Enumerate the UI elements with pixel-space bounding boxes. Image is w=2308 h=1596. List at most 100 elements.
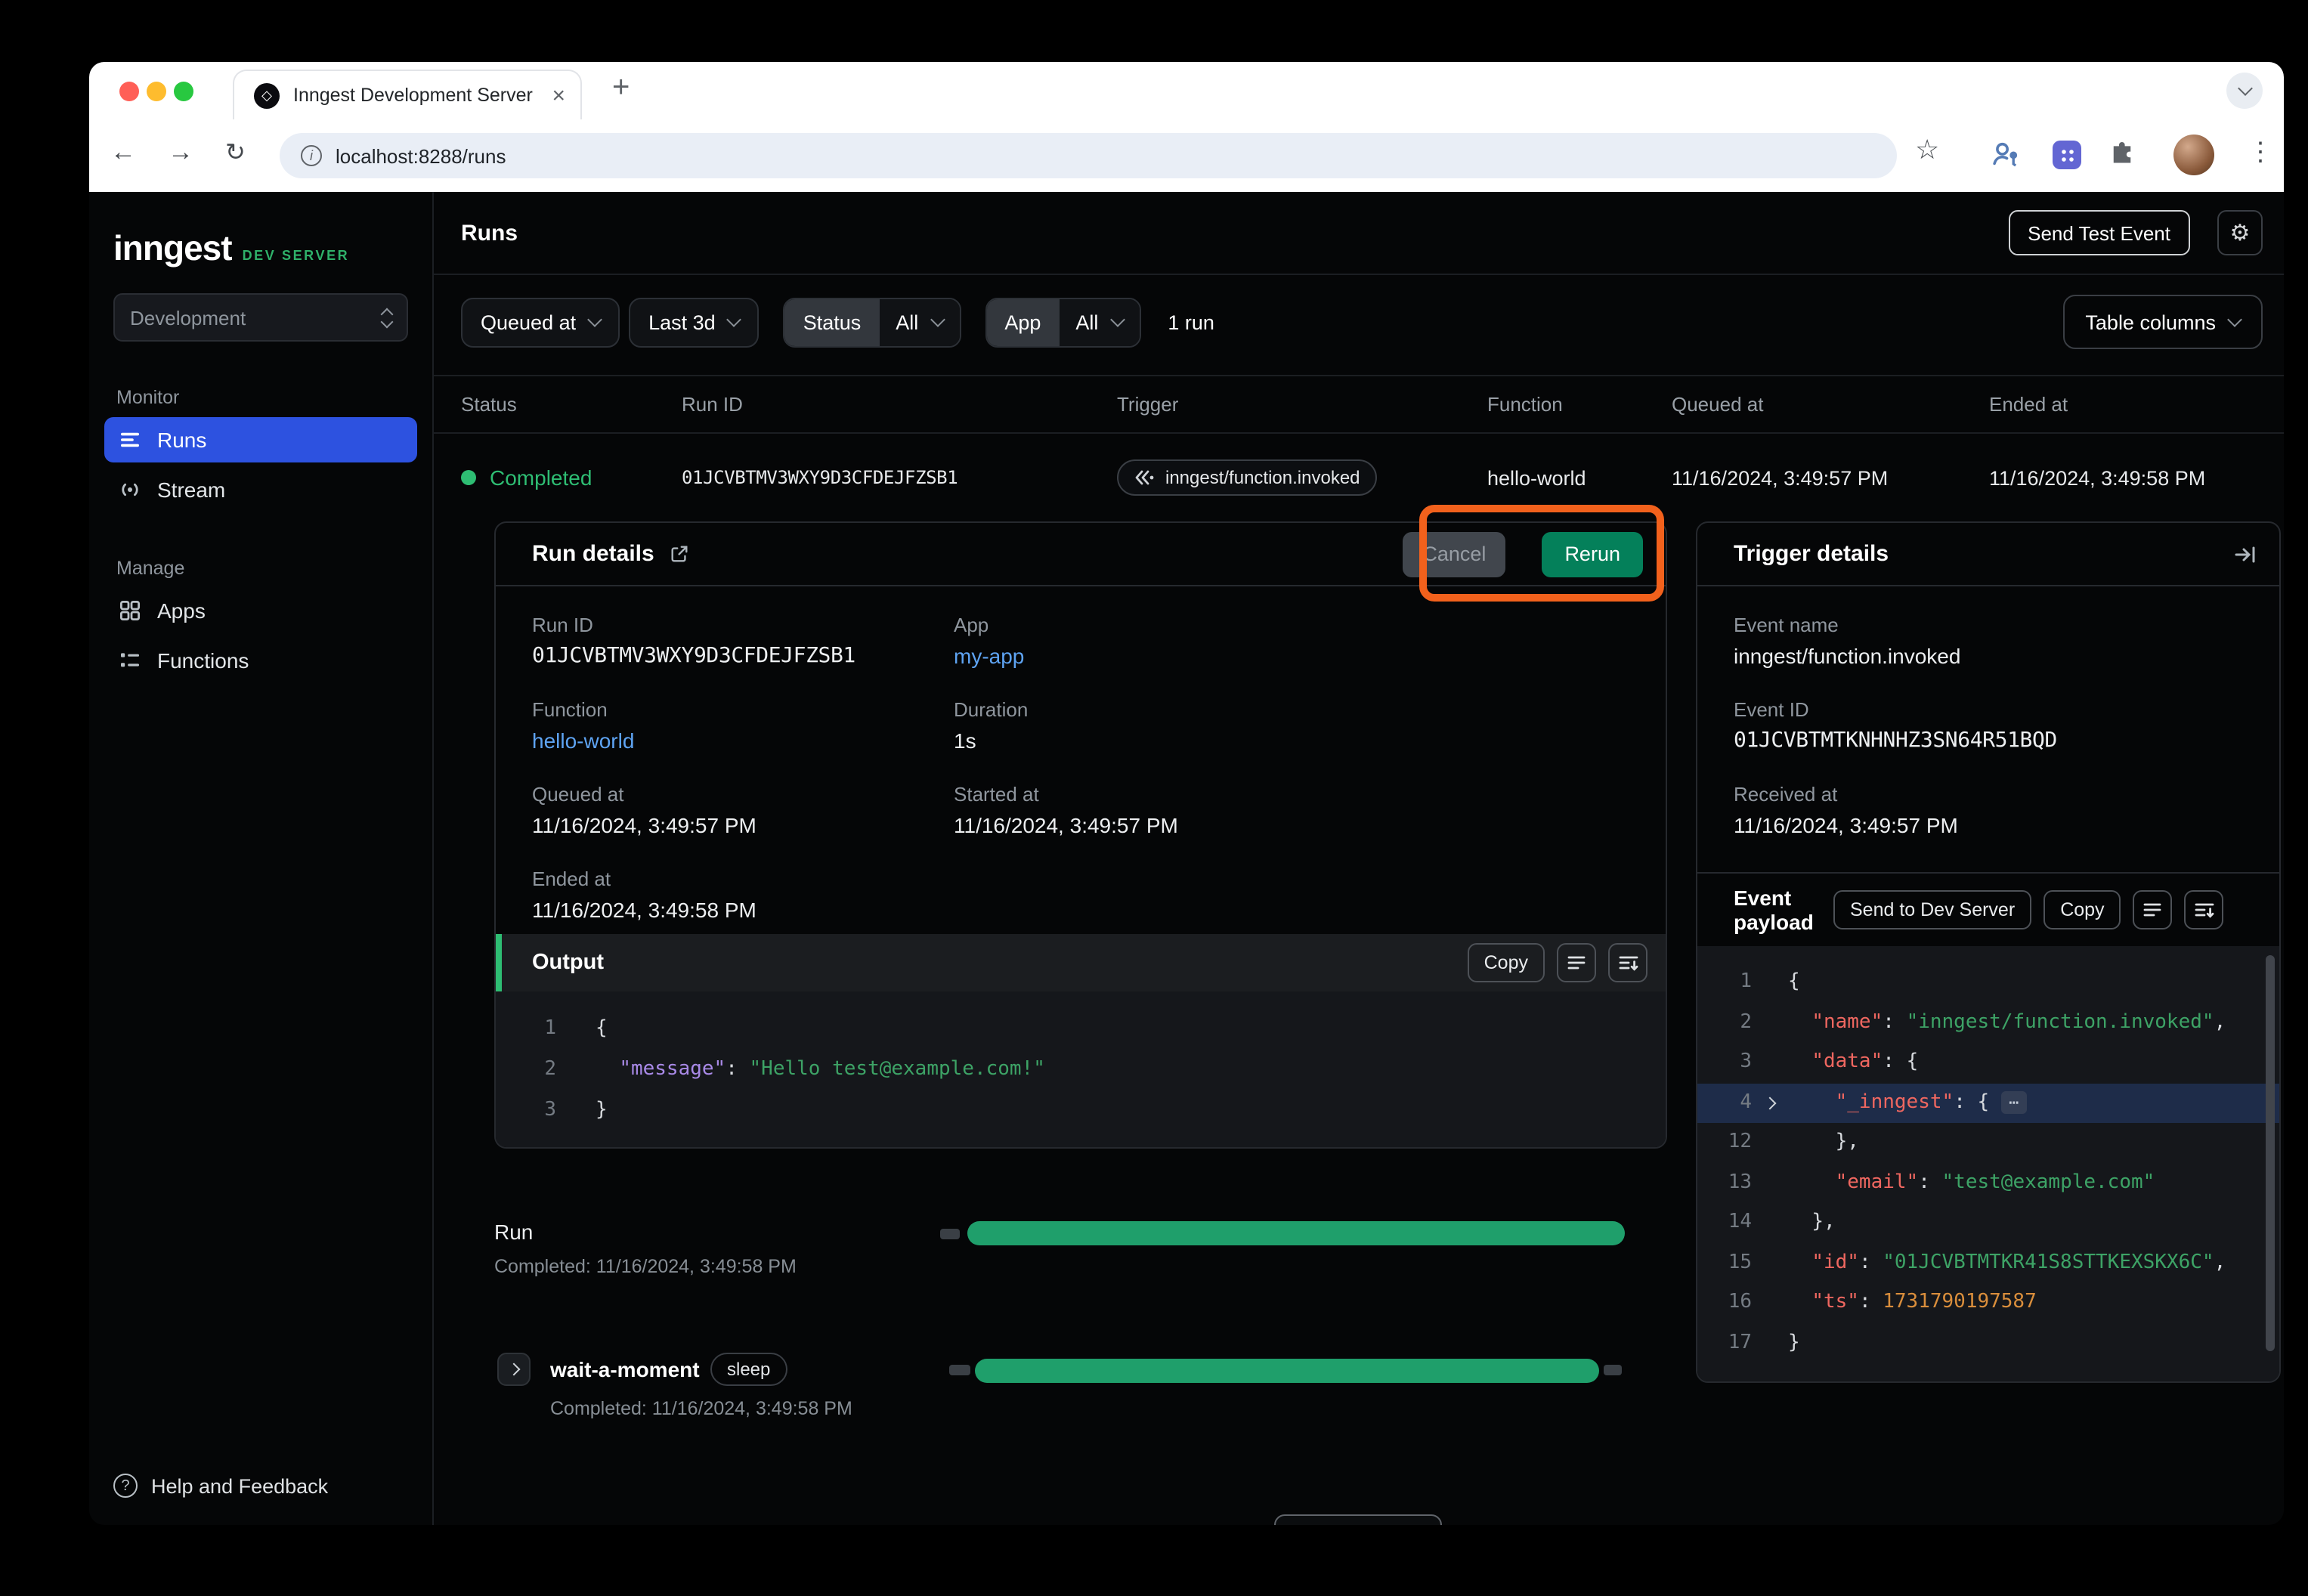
forward-button[interactable]: → xyxy=(168,138,193,168)
code-line: 3} xyxy=(496,1090,1666,1130)
time-range-value: Last 3d xyxy=(648,311,716,333)
passkey-icon[interactable] xyxy=(1991,139,2021,177)
filter-bar: Queued at Last 3d Status All App All 1 r… xyxy=(434,287,2284,357)
sidebar-item-stream[interactable]: Stream xyxy=(104,467,417,512)
output-header: Output Copy xyxy=(496,934,1666,991)
gear-icon: ⚙ xyxy=(2230,219,2251,246)
browser-tab[interactable]: ◇ Inngest Development Server × xyxy=(233,70,582,119)
address-bar-row: ← → ↻ i localhost:8288/runs ☆ ⋮ xyxy=(89,119,2284,192)
dev-server-tag: DEV SERVER xyxy=(243,248,350,263)
status-filter[interactable]: Status All xyxy=(784,297,961,347)
sidebar-item-apps[interactable]: Apps xyxy=(104,588,417,633)
functions-icon xyxy=(118,648,142,673)
code-line: 15 "id": "01JCVBTMTKR41S8STTKEXSKX6C", xyxy=(1697,1243,2279,1283)
run-fields: Run ID01JCVBTMV3WXY9D3CFDEJFZSB1 Appmy-a… xyxy=(496,586,1666,922)
app-filter[interactable]: App All xyxy=(985,297,1140,347)
timeline-tick xyxy=(949,1365,970,1375)
started-label: Started at xyxy=(954,783,1641,806)
sidebar-item-functions[interactable]: Functions xyxy=(104,638,417,683)
new-tab-button[interactable]: + xyxy=(612,71,630,106)
close-window-button[interactable] xyxy=(119,82,139,101)
partial-bottom-button[interactable] xyxy=(1274,1514,1442,1525)
run-duration-bar[interactable] xyxy=(967,1221,1625,1245)
function-label: Function xyxy=(532,698,954,721)
app-link[interactable]: my-app xyxy=(954,644,1641,668)
timeline-tick xyxy=(940,1229,960,1239)
trigger-details-title: Trigger details xyxy=(1734,541,1889,567)
trigger-details-header: Trigger details xyxy=(1697,523,2279,586)
chevron-down-icon xyxy=(930,311,945,326)
help-and-feedback[interactable]: ? Help and Feedback xyxy=(113,1474,328,1498)
collapsed-ellipsis[interactable]: ⋯ xyxy=(2001,1090,2026,1113)
event-name-label: Event name xyxy=(1734,614,2249,636)
queued-at-label: Queued at xyxy=(481,311,576,333)
code-line: 13 "email": "test@example.com" xyxy=(1697,1163,2279,1203)
back-button[interactable]: ← xyxy=(110,138,136,168)
status-filter-label: Status xyxy=(785,298,880,345)
lines-down-icon xyxy=(2195,902,2214,918)
stream-icon xyxy=(118,478,142,502)
scroll-bottom-button[interactable] xyxy=(1608,943,1647,982)
queued-value: 11/16/2024, 3:49:57 PM xyxy=(532,813,954,837)
wrap-lines-button[interactable] xyxy=(1557,943,1596,982)
tab-search-button[interactable] xyxy=(2226,73,2263,109)
step-duration-bar[interactable] xyxy=(975,1359,1599,1383)
inngest-app: inngest DEV SERVER Development Monitor R… xyxy=(89,192,2284,1525)
lines-icon xyxy=(2144,902,2162,917)
sidebar-item-runs[interactable]: Runs xyxy=(104,417,417,462)
expand-step-button[interactable] xyxy=(497,1353,531,1386)
extension-badge-icon[interactable] xyxy=(2053,141,2081,169)
trigger-badge[interactable]: inngest/function.invoked xyxy=(1117,459,1377,496)
run-id-cell: 01JCVBTMV3WXY9D3CFDEJFZSB1 xyxy=(682,467,1117,488)
settings-gear-button[interactable]: ⚙ xyxy=(2217,210,2263,255)
queued-label: Queued at xyxy=(532,783,954,806)
profile-avatar[interactable] xyxy=(2173,135,2214,175)
send-test-event-button[interactable]: Send Test Event xyxy=(2008,210,2190,255)
run-details-title: Run details xyxy=(532,541,654,567)
cancel-button[interactable]: Cancel xyxy=(1403,531,1505,577)
payload-copy-button[interactable]: Copy xyxy=(2043,890,2121,929)
tab-title: Inngest Development Server xyxy=(293,85,538,106)
site-info-icon[interactable]: i xyxy=(301,145,322,166)
runs-icon xyxy=(118,428,142,452)
status-dot-icon xyxy=(461,470,476,485)
table-row[interactable]: Completed 01JCVBTMV3WXY9D3CFDEJFZSB1 inn… xyxy=(434,434,2284,521)
monitor-section-label: Monitor xyxy=(116,387,405,408)
chevron-down-icon xyxy=(587,311,602,326)
ended-at-cell: 11/16/2024, 3:49:58 PM xyxy=(1989,466,2284,489)
function-link[interactable]: hello-world xyxy=(532,728,954,753)
time-range-dropdown[interactable]: Last 3d xyxy=(629,297,760,347)
maximize-window-button[interactable] xyxy=(174,82,193,101)
extensions-puzzle-icon[interactable] xyxy=(2108,141,2136,175)
output-copy-button[interactable]: Copy xyxy=(1468,943,1545,982)
scroll-bottom-button[interactable] xyxy=(2185,890,2224,929)
collapsed-code-line[interactable]: 4 "_inngest": {⋯ xyxy=(1697,1083,2279,1123)
reload-button[interactable]: ↻ xyxy=(225,138,246,168)
tab-close-icon[interactable]: × xyxy=(552,84,565,107)
queued-at-cell: 11/16/2024, 3:49:57 PM xyxy=(1672,466,1989,489)
page-title: Runs xyxy=(461,220,518,246)
minimize-window-button[interactable] xyxy=(147,82,166,101)
table-columns-button[interactable]: Table columns xyxy=(2062,295,2263,349)
queued-at-dropdown[interactable]: Queued at xyxy=(461,297,620,347)
rerun-button[interactable]: Rerun xyxy=(1542,531,1643,577)
status-filter-value[interactable]: All xyxy=(879,298,959,345)
open-external-icon[interactable] xyxy=(670,544,689,564)
environment-select[interactable]: Development xyxy=(113,293,408,342)
trigger-fields: Event nameinngest/function.invoked Event… xyxy=(1697,586,2279,837)
collapse-panel-icon[interactable] xyxy=(2234,543,2257,564)
app-filter-value[interactable]: All xyxy=(1059,298,1139,345)
send-to-dev-server-button[interactable]: Send to Dev Server xyxy=(1833,890,2031,929)
wrap-lines-button[interactable] xyxy=(2133,890,2173,929)
col-run-id: Run ID xyxy=(682,393,1117,416)
address-field[interactable]: i localhost:8288/runs xyxy=(280,133,1897,178)
bookmark-star-icon[interactable]: ☆ xyxy=(1915,135,1939,166)
browser-menu-kebab-icon[interactable]: ⋮ xyxy=(2248,138,2273,168)
app-filter-label: App xyxy=(986,298,1059,345)
col-function: Function xyxy=(1487,393,1672,416)
code-line: 17} xyxy=(1697,1323,2279,1363)
expand-chevron-icon[interactable] xyxy=(1764,1096,1777,1109)
payload-scrollbar[interactable] xyxy=(2266,955,2275,1351)
event-payload-title: Event payload xyxy=(1734,886,1821,934)
run-details-header: Run details Cancel Rerun xyxy=(496,523,1666,586)
